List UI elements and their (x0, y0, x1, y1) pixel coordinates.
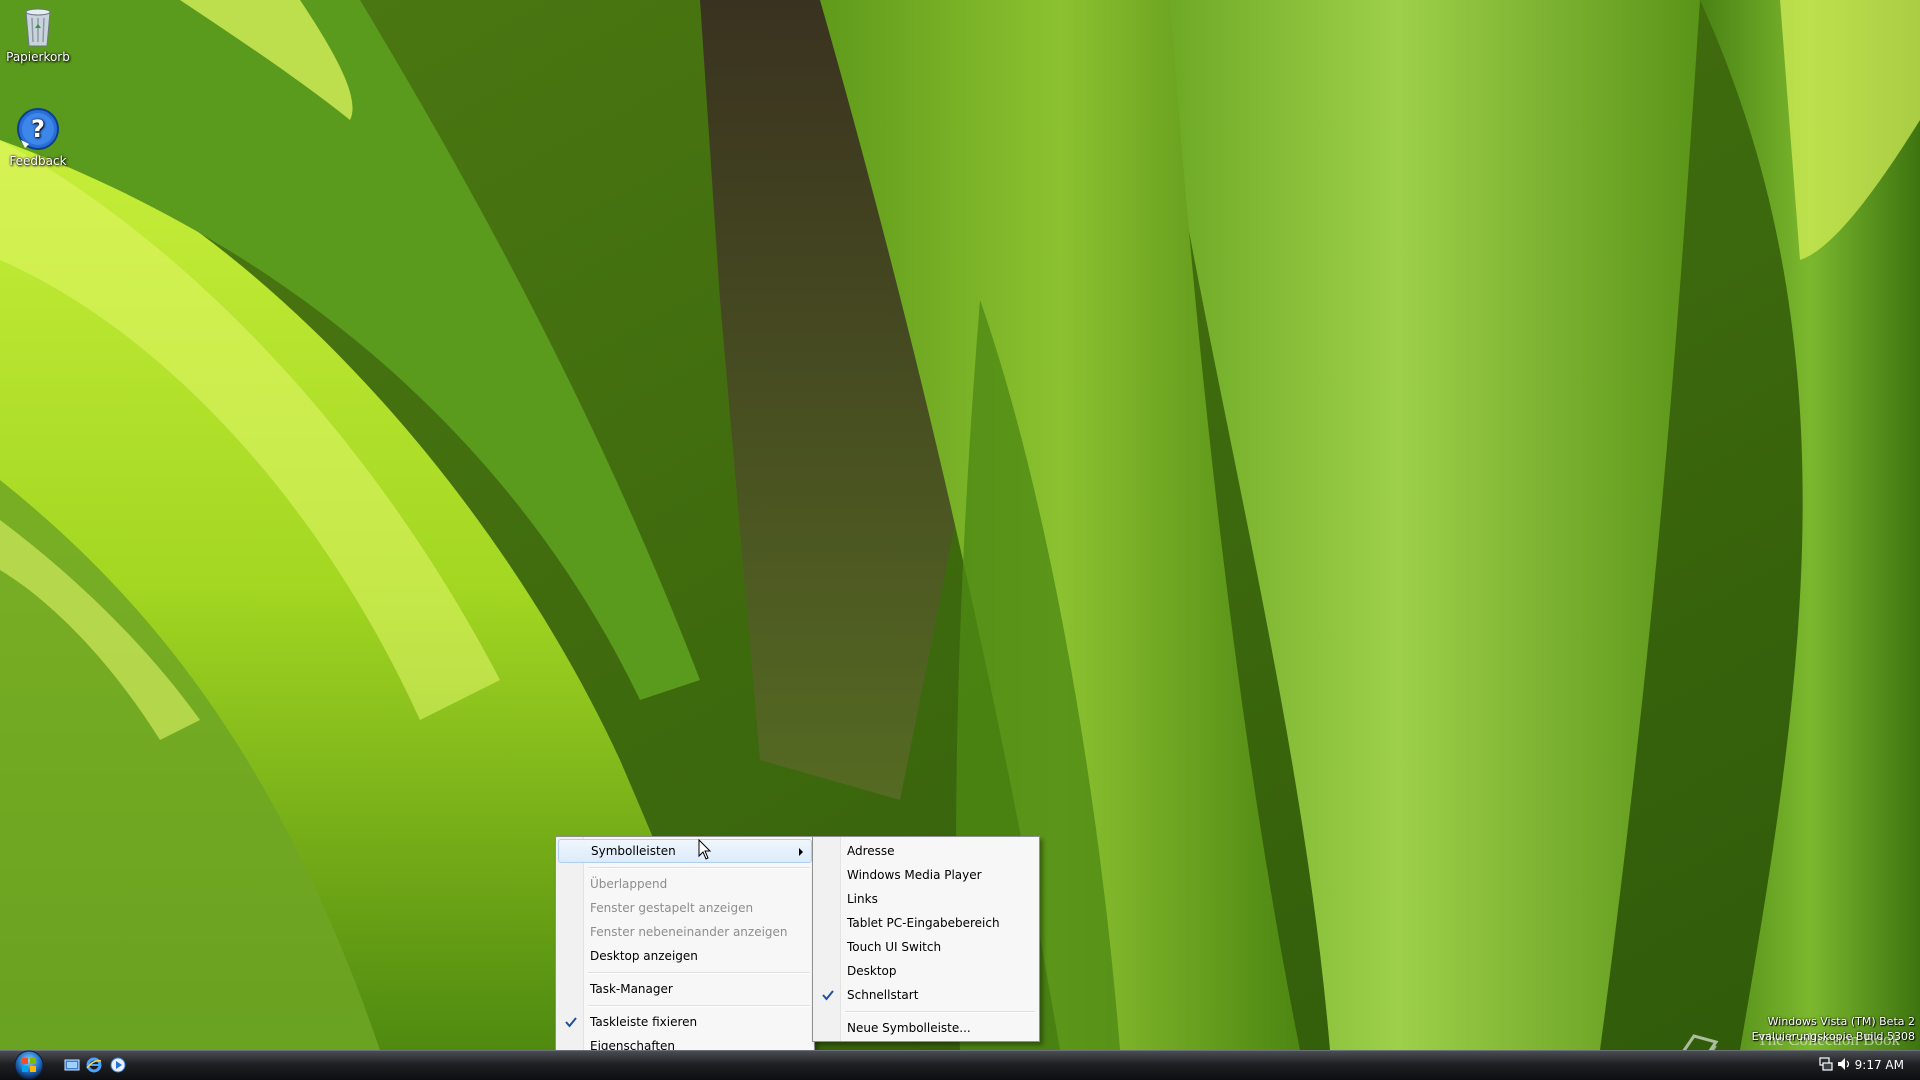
submenu-item-touch-ui-switch[interactable]: Touch UI Switch (813, 935, 1039, 959)
collection-watermark: The Collection Book (1757, 1030, 1900, 1049)
taskbar-clock[interactable]: 9:17 AM (1855, 1058, 1904, 1072)
menu-item-label: Desktop anzeigen (590, 949, 698, 963)
menu-item-task-manager[interactable]: Task-Manager (556, 977, 814, 1001)
menu-item-label: Touch UI Switch (847, 940, 942, 954)
menu-item-label: Tablet PC-Eingabebereich (847, 916, 1000, 930)
submenu-item-new-toolbar[interactable]: Neue Symbolleiste... (813, 1016, 1039, 1040)
menu-item-label: Fenster nebeneinander anzeigen (590, 925, 788, 939)
menu-separator (556, 968, 814, 977)
submenu-item-tablet-input[interactable]: Tablet PC-Eingabebereich (813, 911, 1039, 935)
windows-start-orb-icon[interactable] (8, 1049, 50, 1080)
menu-item-label: Task-Manager (590, 982, 673, 996)
menu-item-label: Schnellstart (847, 988, 919, 1002)
menu-separator (556, 1001, 814, 1010)
menu-item-cascade[interactable]: Überlappend (556, 872, 814, 896)
menu-item-label: Fenster gestapelt anzeigen (590, 901, 754, 915)
menu-item-label: Links (847, 892, 878, 906)
svg-text:?: ? (31, 115, 45, 143)
submenu-arrow-icon (799, 848, 803, 856)
desktop-icon-label: Feedback (9, 154, 67, 168)
menu-item-label: Windows Media Player (847, 868, 982, 882)
submenu-item-desktop[interactable]: Desktop (813, 959, 1039, 983)
menu-separator (813, 1007, 1039, 1016)
media-player-icon[interactable] (110, 1057, 126, 1073)
menu-item-label: Taskleiste fixieren (590, 1015, 698, 1029)
menu-item-label: Adresse (847, 844, 895, 858)
volume-icon[interactable] (1836, 1056, 1852, 1072)
menu-item-toolbars[interactable]: Symbolleisten (558, 839, 812, 863)
menu-item-show-desktop[interactable]: Desktop anzeigen (556, 944, 814, 968)
menu-item-label: Überlappend (590, 877, 668, 891)
toolbars-submenu: Adresse Windows Media Player Links Table… (812, 836, 1040, 1042)
menu-item-label: Symbolleisten (591, 844, 676, 858)
menu-item-stacked[interactable]: Fenster gestapelt anzeigen (556, 896, 814, 920)
internet-explorer-icon[interactable] (86, 1057, 102, 1073)
menu-item-label: Neue Symbolleiste... (847, 1021, 971, 1035)
submenu-item-media-player[interactable]: Windows Media Player (813, 863, 1039, 887)
build-line-1: Windows Vista (TM) Beta 2 (1767, 1015, 1915, 1028)
menu-separator (556, 863, 814, 872)
submenu-item-address[interactable]: Adresse (813, 839, 1039, 863)
network-icon[interactable] (1818, 1056, 1834, 1072)
mouse-cursor-icon (698, 839, 712, 860)
submenu-item-links[interactable]: Links (813, 887, 1039, 911)
taskbar (0, 1050, 1920, 1080)
show-desktop-icon[interactable] (64, 1057, 80, 1073)
desktop-icon-feedback[interactable]: ? Feedback (0, 106, 76, 168)
submenu-item-quick-launch[interactable]: Schnellstart (813, 983, 1039, 1007)
help-question-icon: ? (17, 108, 59, 150)
checkmark-icon (565, 1017, 577, 1028)
menu-item-lock-taskbar[interactable]: Taskleiste fixieren (556, 1010, 814, 1034)
checkmark-icon (822, 990, 834, 1001)
taskbar-context-menu: Symbolleisten Überlappend Fenster gestap… (555, 836, 815, 1060)
menu-item-label: Desktop (847, 964, 897, 978)
recycle-bin-icon (25, 8, 51, 47)
desktop-icon-label: Papierkorb (6, 50, 70, 64)
menu-item-side-by-side[interactable]: Fenster nebeneinander anzeigen (556, 920, 814, 944)
desktop-icon-recycle-bin[interactable]: Papierkorb (0, 2, 76, 64)
